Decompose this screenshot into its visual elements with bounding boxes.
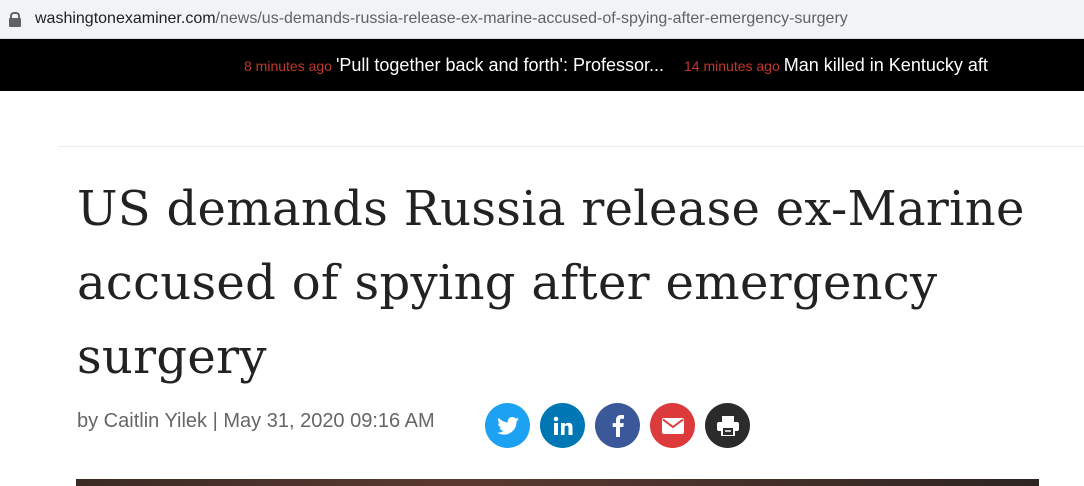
- facebook-share-button[interactable]: [595, 403, 640, 448]
- url-text[interactable]: washingtonexaminer.com/news/us-demands-r…: [35, 10, 848, 28]
- ticker-time: 14 minutes ago: [684, 57, 780, 74]
- print-button[interactable]: [705, 403, 750, 448]
- ticker-headline[interactable]: Man killed in Kentucky aft: [784, 55, 988, 76]
- url-domain: washingtonexaminer.com: [35, 10, 216, 27]
- email-share-button[interactable]: [650, 403, 695, 448]
- ticker-item[interactable]: 14 minutes ago Man killed in Kentucky af…: [684, 55, 988, 76]
- ticker-time: 8 minutes ago: [244, 57, 332, 74]
- news-ticker: 8 minutes ago 'Pull together back and fo…: [0, 39, 1084, 91]
- hero-image: [76, 479, 1039, 486]
- address-bar[interactable]: washingtonexaminer.com/news/us-demands-r…: [0, 0, 1084, 39]
- article-byline: by Caitlin Yilek | May 31, 2020 09:16 AM: [77, 410, 435, 432]
- lock-icon[interactable]: [7, 11, 23, 27]
- ticker-item[interactable]: 8 minutes ago 'Pull together back and fo…: [244, 55, 664, 76]
- header-divider: [58, 146, 1084, 147]
- linkedin-share-button[interactable]: [540, 403, 585, 448]
- linkedin-icon: [553, 416, 572, 435]
- twitter-icon: [496, 416, 519, 435]
- article-title: US demands Russia release ex-Marine accu…: [77, 181, 1025, 385]
- print-icon: [716, 415, 739, 436]
- twitter-share-button[interactable]: [485, 403, 530, 448]
- facebook-icon: [612, 414, 624, 437]
- ticker-headline[interactable]: 'Pull together back and forth': Professo…: [336, 55, 664, 76]
- share-bar: [485, 403, 760, 448]
- email-icon: [661, 417, 684, 434]
- url-path: /news/us-demands-russia-release-ex-marin…: [215, 10, 848, 27]
